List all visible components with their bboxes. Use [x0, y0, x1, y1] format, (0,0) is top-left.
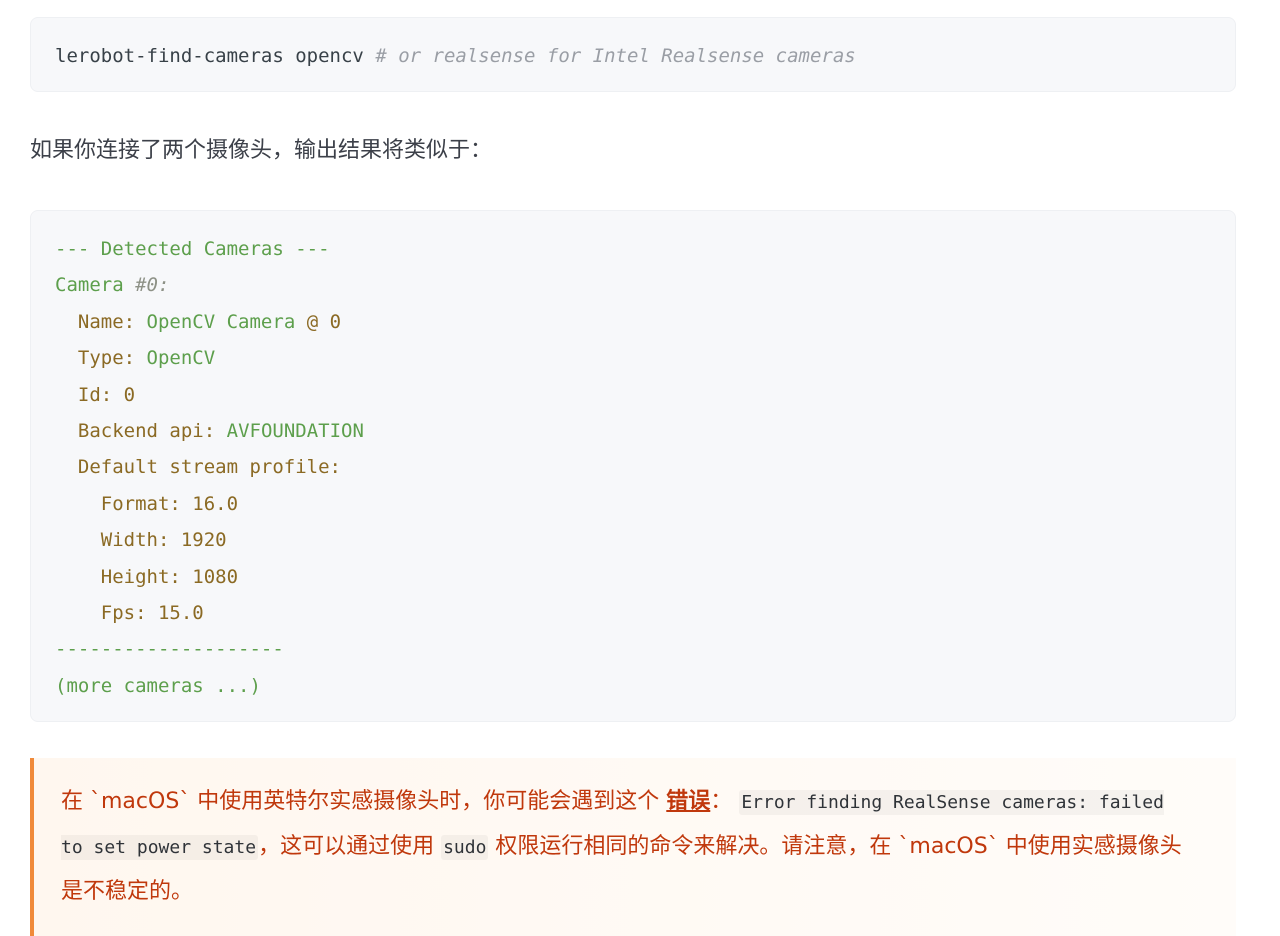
output-line: Backend api: AVFOUNDATION	[55, 413, 1235, 449]
command-comment: # or realsense for Intel Realsense camer…	[375, 45, 856, 67]
warning-text-middle: ，这可以通过使用	[258, 834, 442, 859]
output-line-key: Format: 16.0	[100, 492, 239, 515]
output-line-key: Camera	[55, 274, 124, 297]
output-line: --------------------	[55, 631, 1235, 667]
output-line-key: Id: 0	[77, 383, 136, 406]
warning-text-before: 在 `macOS` 中使用英特尔实感摄像头时，你可能会遇到这个	[61, 789, 667, 814]
output-line-key: Name:	[77, 310, 136, 333]
output-line-key: Width: 1920	[100, 529, 227, 552]
output-line-value: AVFOUNDATION	[226, 419, 364, 442]
output-line: Name: OpenCV Camera @ 0	[55, 304, 1235, 340]
command-code-block: lerobot-find-cameras opencv # or realsen…	[30, 17, 1236, 92]
output-line: Format: 16.0	[55, 486, 1235, 522]
output-line-value: OpenCV Camera	[146, 310, 296, 333]
output-line-key: Type:	[77, 347, 136, 370]
output-line: Default stream profile:	[55, 449, 1235, 485]
output-line-key: Height: 1080	[100, 565, 239, 588]
output-line-value: #0:	[135, 274, 170, 297]
output-line-value: OpenCV	[146, 347, 216, 370]
warning-colon: ：	[710, 789, 733, 814]
warning-callout: 在 `macOS` 中使用英特尔实感摄像头时，你可能会遇到这个 错误： Erro…	[30, 758, 1236, 936]
output-line: (more cameras ...)	[55, 668, 1235, 704]
output-line: Camera #0:	[55, 267, 1235, 303]
output-line-key: Default stream profile:	[77, 456, 341, 479]
output-line: Fps: 15.0	[55, 595, 1235, 631]
output-line-key: Fps: 15.0	[100, 601, 204, 624]
output-line: Type: OpenCV	[55, 340, 1235, 376]
output-line: Height: 1080	[55, 559, 1235, 595]
output-line-text: --- Detected Cameras ---	[55, 238, 330, 260]
output-line-tail: @ 0	[306, 310, 342, 333]
command-text: lerobot-find-cameras opencv	[55, 45, 364, 67]
output-line: Width: 1920	[55, 522, 1235, 558]
output-code-block: --- Detected Cameras --- Camera #0: Name:…	[30, 210, 1236, 722]
output-line: --- Detected Cameras ---	[55, 231, 1235, 267]
output-line-text: --------------------	[55, 638, 284, 661]
output-line: Id: 0	[55, 377, 1235, 413]
output-line-text: (more cameras ...)	[55, 674, 261, 697]
sudo-code: sudo	[441, 835, 489, 860]
output-line-key: Backend api:	[77, 419, 216, 442]
intro-paragraph: 如果你连接了两个摄像头，输出结果将类似于：	[30, 138, 493, 163]
error-link[interactable]: 错误	[666, 789, 710, 814]
